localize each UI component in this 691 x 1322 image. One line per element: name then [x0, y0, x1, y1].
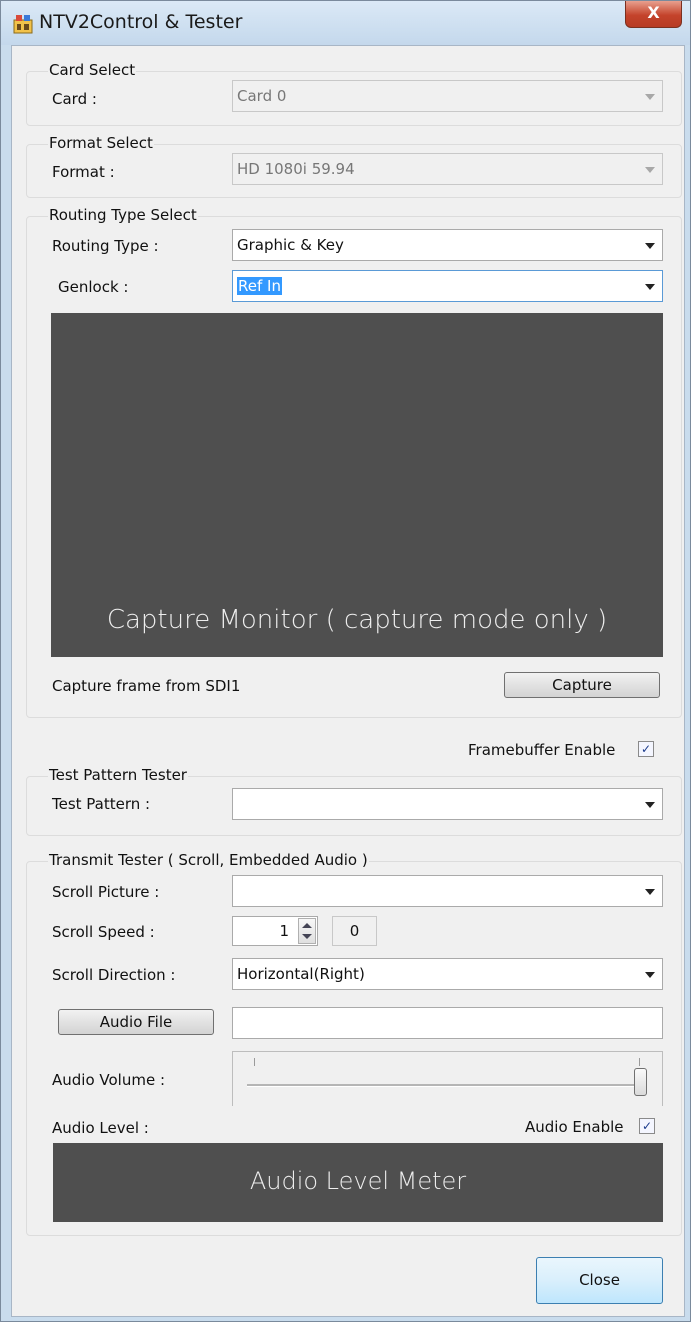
format-select[interactable]: HD 1080i 59.94: [232, 153, 663, 185]
test-pattern-title: Test Pattern Tester: [48, 766, 188, 784]
scroll-direction-label: Scroll Direction :: [52, 966, 176, 984]
routing-type-label: Routing Type :: [52, 237, 159, 255]
transmit-title: Transmit Tester ( Scroll, Embedded Audio…: [48, 851, 369, 869]
scroll-speed-spin-buttons[interactable]: [298, 918, 316, 944]
scroll-speed-readout: 0: [332, 916, 377, 946]
scroll-direction-select[interactable]: Horizontal(Right): [232, 958, 663, 990]
scroll-speed-readout-value: 0: [349, 922, 360, 940]
app-window: NTV2Control & Tester X Card Select Card …: [0, 0, 691, 1322]
audio-volume-label: Audio Volume :: [52, 1071, 166, 1089]
card-select-value: Card 0: [237, 87, 287, 105]
audio-volume-slider[interactable]: [232, 1051, 663, 1106]
audio-volume-thumb[interactable]: [634, 1068, 647, 1096]
audio-enable-label: Audio Enable: [525, 1118, 624, 1136]
test-pattern-label: Test Pattern :: [52, 795, 151, 813]
audio-level-meter-text: Audio Level Meter: [249, 1167, 467, 1195]
routing-type-select[interactable]: Graphic & Key: [232, 229, 663, 261]
audio-file-button[interactable]: Audio File: [58, 1009, 214, 1035]
scroll-direction-value: Horizontal(Right): [237, 965, 365, 983]
genlock-select[interactable]: Ref In: [232, 270, 663, 302]
format-select-value: HD 1080i 59.94: [237, 160, 355, 178]
chevron-down-icon: [645, 94, 655, 100]
framebuffer-enable-label: Framebuffer Enable: [468, 741, 616, 759]
chevron-down-icon: [645, 284, 655, 290]
capture-monitor-text: Capture Monitor ( capture mode only ): [106, 605, 608, 635]
format-select-title: Format Select: [48, 134, 154, 152]
scroll-picture-label: Scroll Picture :: [52, 883, 160, 901]
card-select[interactable]: Card 0: [232, 80, 663, 112]
card-select-title: Card Select: [48, 61, 137, 79]
chevron-down-icon: [645, 167, 655, 173]
slider-tick: [254, 1058, 255, 1066]
scroll-picture-select[interactable]: [232, 875, 663, 907]
capture-frame-label: Capture frame from SDI1: [52, 677, 241, 695]
app-icon: [13, 15, 33, 34]
chevron-down-icon: [645, 802, 655, 808]
close-button[interactable]: Close: [536, 1257, 663, 1304]
genlock-label: Genlock :: [58, 278, 129, 296]
chevron-down-icon: [645, 243, 655, 249]
chevron-down-icon: [645, 972, 655, 978]
audio-level-label: Audio Level :: [52, 1119, 149, 1137]
capture-monitor: Capture Monitor ( capture mode only ): [51, 313, 663, 657]
format-label: Format :: [52, 163, 115, 181]
window-close-button[interactable]: X: [625, 1, 682, 28]
genlock-value: Ref In: [237, 277, 282, 295]
spin-down-icon[interactable]: [302, 934, 312, 939]
window-title: NTV2Control & Tester: [39, 11, 243, 33]
audio-level-meter: Audio Level Meter: [53, 1143, 663, 1222]
framebuffer-enable-checkbox[interactable]: ✓: [638, 741, 654, 757]
audio-file-path-input[interactable]: [232, 1007, 663, 1039]
spin-up-icon[interactable]: [302, 923, 312, 928]
slider-tick: [639, 1058, 640, 1066]
scroll-speed-label: Scroll Speed :: [52, 923, 155, 941]
routing-type-value: Graphic & Key: [237, 236, 344, 254]
chevron-down-icon: [645, 889, 655, 895]
test-pattern-select[interactable]: [232, 788, 663, 820]
audio-enable-checkbox[interactable]: ✓: [639, 1118, 655, 1134]
scroll-speed-value: 1: [279, 922, 289, 940]
audio-volume-track: [247, 1084, 645, 1087]
capture-button[interactable]: Capture: [504, 672, 660, 698]
routing-select-title: Routing Type Select: [48, 206, 198, 224]
title-bar[interactable]: NTV2Control & Tester X: [1, 1, 690, 45]
card-label: Card :: [52, 90, 97, 108]
